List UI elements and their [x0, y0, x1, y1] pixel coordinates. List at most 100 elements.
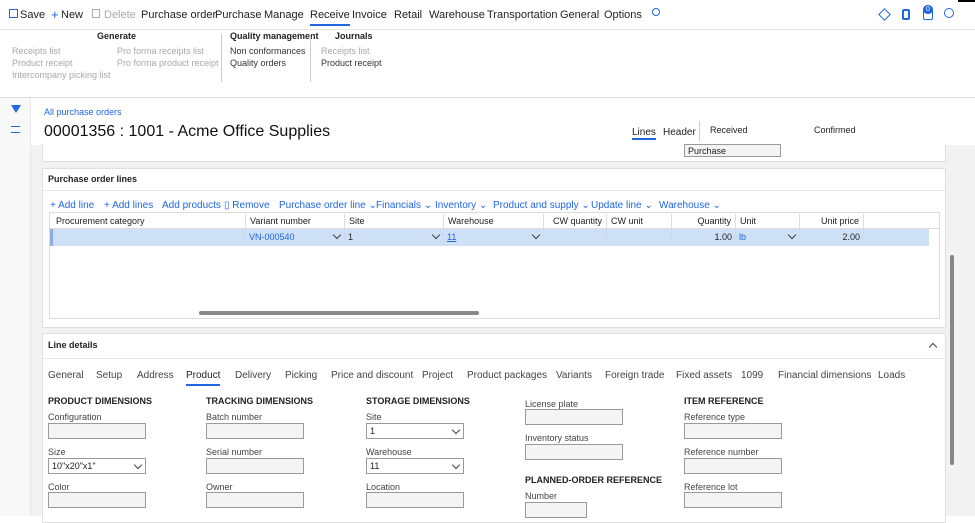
col-cw-quantity[interactable]: CW quantity	[544, 214, 607, 229]
col-procurement-category[interactable]: Procurement category	[52, 214, 246, 229]
product-and-supply-menu[interactable]: Product and supply ⌄	[493, 200, 590, 211]
ribbon-journal-product-receipt[interactable]: Product receipt	[321, 58, 382, 68]
menu-options[interactable]: Options	[604, 9, 642, 21]
chevron-down-icon[interactable]	[431, 230, 441, 240]
save-button[interactable]: Save	[20, 9, 45, 21]
owner-field[interactable]	[206, 492, 304, 508]
view-header-toggle[interactable]: Header	[663, 127, 696, 138]
tab-product-packages[interactable]: Product packages	[467, 370, 547, 381]
col-site[interactable]: Site	[345, 214, 444, 229]
inventory-menu[interactable]: Inventory ⌄	[435, 200, 487, 211]
tab-project[interactable]: Project	[422, 370, 453, 381]
reference-lot-field[interactable]	[684, 492, 782, 508]
filter-icon[interactable]	[11, 105, 21, 113]
color-field[interactable]	[48, 492, 146, 508]
horizontal-scrollbar[interactable]	[199, 311, 479, 315]
office-icon[interactable]	[902, 9, 910, 20]
menu-retail[interactable]: Retail	[394, 9, 422, 21]
reference-type-field[interactable]	[684, 423, 782, 439]
tab-financial-dimensions[interactable]: Financial dimensions	[778, 370, 871, 381]
menu-manage[interactable]: Manage	[264, 9, 304, 21]
add-lines-button[interactable]: + Add lines	[104, 200, 153, 211]
menu-purchase-order[interactable]: Purchase order	[141, 9, 216, 21]
ribbon-intercompany-picking[interactable]: Intercompany picking list	[12, 70, 111, 80]
add-line-button[interactable]: + Add line	[50, 200, 94, 211]
ribbon-quality-orders[interactable]: Quality orders	[230, 58, 286, 68]
col-unit-price[interactable]: Unit price	[800, 214, 864, 229]
col-warehouse[interactable]: Warehouse	[444, 214, 544, 229]
location-field[interactable]	[366, 492, 464, 508]
menu-purchase[interactable]: Purchase	[215, 9, 261, 21]
tab-setup[interactable]: Setup	[96, 370, 122, 381]
tab-general[interactable]: General	[48, 370, 84, 381]
diamond-icon[interactable]	[878, 8, 891, 21]
menu-transportation[interactable]: Transportation	[487, 9, 558, 21]
cell-cw-quantity[interactable]	[544, 229, 607, 246]
update-line-menu[interactable]: Update line ⌄	[591, 200, 653, 211]
view-lines-toggle[interactable]: Lines	[632, 127, 656, 140]
col-unit[interactable]: Unit	[736, 214, 800, 229]
menu-general[interactable]: General	[560, 9, 599, 21]
tab-fixed-assets[interactable]: Fixed assets	[676, 370, 732, 381]
tab-price-and-discount[interactable]: Price and discount	[331, 370, 413, 381]
col-quantity[interactable]: Quantity	[672, 214, 736, 229]
size-dropdown[interactable]: 10"x20"x1"	[48, 458, 146, 474]
site-dropdown[interactable]: 1	[366, 423, 464, 439]
refresh-icon[interactable]	[944, 8, 954, 18]
add-products-button[interactable]: Add products	[162, 200, 221, 211]
menu-invoice[interactable]: Invoice	[352, 9, 387, 21]
inventory-status-field[interactable]	[525, 444, 623, 460]
purchase-order-line-menu[interactable]: Purchase order line ⌄	[279, 200, 377, 211]
cell-unit[interactable]: lb	[736, 229, 800, 246]
tab-picking[interactable]: Picking	[285, 370, 317, 381]
vertical-scrollbar[interactable]	[950, 255, 954, 465]
cell-procurement-category[interactable]	[53, 229, 246, 246]
tab-delivery[interactable]: Delivery	[235, 370, 271, 381]
configuration-field[interactable]	[48, 423, 146, 439]
chevron-down-icon[interactable]	[133, 460, 143, 470]
purchase-type-field[interactable]: Purchase	[684, 144, 781, 157]
license-plate-field[interactable]	[525, 409, 623, 425]
new-button[interactable]: New	[61, 9, 83, 21]
tab-variants[interactable]: Variants	[556, 370, 592, 381]
col-variant-number[interactable]: Variant number	[246, 214, 345, 229]
cell-quantity[interactable]: 1.00	[672, 229, 736, 246]
financials-menu[interactable]: Financials ⌄	[376, 200, 432, 211]
tab-1099[interactable]: 1099	[741, 370, 763, 381]
batch-number-field[interactable]	[206, 423, 304, 439]
ribbon-pro-forma-product-receipt[interactable]: Pro forma product receipt	[117, 58, 219, 68]
chevron-down-icon[interactable]	[451, 460, 461, 470]
chevron-down-icon[interactable]	[451, 425, 461, 435]
tab-loads[interactable]: Loads	[878, 370, 905, 381]
tab-address[interactable]: Address	[137, 370, 174, 381]
action-bar: Save + New Delete Purchase order Purchas…	[0, 0, 975, 30]
save-icon	[9, 9, 18, 18]
warehouse-dropdown[interactable]: 11	[366, 458, 464, 474]
ribbon-receipts-list[interactable]: Receipts list	[12, 46, 61, 56]
tab-product[interactable]: Product	[186, 370, 221, 386]
cell-site[interactable]: 1	[345, 229, 444, 246]
chevron-down-icon[interactable]	[332, 230, 342, 240]
col-cw-unit[interactable]: CW unit	[607, 214, 672, 229]
menu-warehouse[interactable]: Warehouse	[429, 9, 485, 21]
reference-number-field[interactable]	[684, 458, 782, 474]
ribbon-journal-receipts-list[interactable]: Receipts list	[321, 46, 370, 56]
ribbon-product-receipt[interactable]: Product receipt	[12, 58, 73, 68]
cell-unit-price[interactable]: 2.00	[800, 229, 864, 246]
chevron-down-icon[interactable]	[531, 230, 541, 240]
serial-number-field[interactable]	[206, 458, 304, 474]
cell-cw-unit[interactable]	[607, 229, 672, 246]
warehouse-menu[interactable]: Warehouse ⌄	[659, 200, 721, 211]
ribbon-pro-forma-receipts[interactable]: Pro forma receipts list	[117, 46, 204, 56]
delete-button[interactable]: Delete	[104, 9, 136, 21]
cell-variant-number[interactable]: VN-000540	[246, 229, 345, 246]
menu-receive[interactable]: Receive	[310, 9, 350, 26]
tab-foreign-trade[interactable]: Foreign trade	[605, 370, 664, 381]
ribbon-non-conformances[interactable]: Non conformances	[230, 46, 306, 56]
search-icon[interactable]	[652, 8, 660, 16]
remove-button[interactable]: ▯ Remove	[224, 200, 270, 211]
cell-warehouse[interactable]: 11	[444, 229, 544, 246]
chevron-down-icon[interactable]	[787, 230, 797, 240]
breadcrumb[interactable]: All purchase orders	[44, 107, 122, 117]
menu-icon[interactable]	[11, 126, 20, 133]
